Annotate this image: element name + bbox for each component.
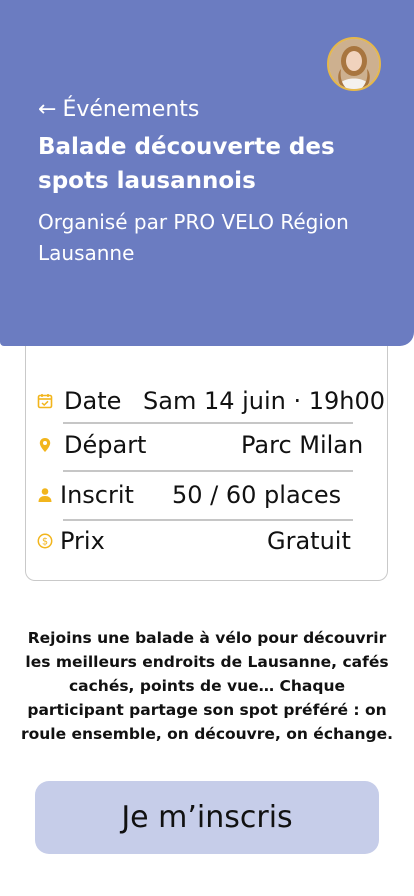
- detail-row-start: Départ Parc Milan: [26, 427, 387, 463]
- divider: [63, 519, 353, 521]
- event-description: Rejoins une balade à vélo pour découvrir…: [20, 629, 394, 743]
- register-button[interactable]: Je m’inscris: [35, 781, 379, 854]
- user-avatar[interactable]: [327, 37, 381, 91]
- calendar-icon: [37, 394, 53, 409]
- date-label: Date: [64, 387, 122, 415]
- detail-row-price: $ Prix Gratuit: [26, 523, 387, 559]
- back-label: Événements: [62, 97, 200, 122]
- person-icon: [38, 488, 52, 502]
- event-header: ← Événements Balade découverte des spots …: [0, 0, 414, 346]
- register-button-label: Je m’inscris: [121, 800, 293, 835]
- svg-text:$: $: [42, 536, 48, 547]
- event-details-card: Date Sam 14 juin · 19h00 Départ Parc Mil…: [25, 346, 388, 581]
- detail-row-registered: Inscrit 50 / 60 places: [26, 477, 387, 513]
- back-arrow-icon: ←: [38, 97, 57, 122]
- price-value: Gratuit: [267, 527, 351, 555]
- start-label: Départ: [64, 431, 147, 459]
- coin-icon: $: [37, 533, 53, 549]
- event-title: Balade découverte des spots lausannois: [38, 134, 335, 194]
- date-value: Sam 14 juin · 19h00: [143, 387, 386, 415]
- event-organizer: Organisé par PRO VELO Région Lausanne: [38, 210, 349, 265]
- start-value: Parc Milan: [241, 431, 364, 459]
- location-pin-icon: [39, 438, 51, 452]
- detail-row-date: Date Sam 14 juin · 19h00: [26, 383, 387, 419]
- divider: [63, 470, 353, 472]
- avatar-photo: [329, 39, 379, 89]
- registered-value: 50 / 60 places: [172, 481, 342, 509]
- price-label: Prix: [60, 527, 105, 555]
- registered-label: Inscrit: [60, 481, 134, 509]
- back-link[interactable]: ← Événements: [38, 97, 199, 122]
- divider: [63, 422, 353, 424]
